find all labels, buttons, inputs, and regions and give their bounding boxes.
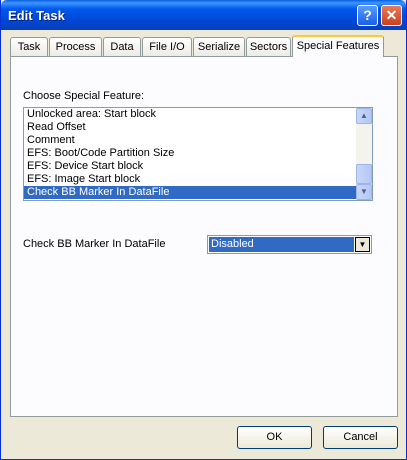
dropdown-arrow-icon[interactable]: ▼ <box>355 237 370 252</box>
feature-listbox[interactable]: Unlocked area: Start block Read Offset C… <box>23 107 373 201</box>
list-item[interactable]: EFS: Boot/Code Partition Size <box>24 147 372 160</box>
tab-process[interactable]: Process <box>49 37 102 56</box>
setting-dropdown[interactable]: Disabled ▼ <box>207 235 372 254</box>
setting-label: Check BB Marker In DataFile <box>23 238 166 250</box>
list-item[interactable]: Unlocked area: Start block <box>24 108 372 121</box>
title-bar[interactable]: Edit Task ? ✕ <box>1 0 406 30</box>
cancel-button[interactable]: Cancel <box>323 426 398 449</box>
tab-special-features[interactable]: Special Features <box>292 35 384 57</box>
list-item[interactable]: Read Offset <box>24 121 372 134</box>
edit-task-dialog: Edit Task ? ✕ Task Process Data File I/O… <box>0 0 407 460</box>
window-title: Edit Task <box>8 8 65 23</box>
tab-serialize[interactable]: Serialize <box>193 37 245 56</box>
help-button[interactable]: ? <box>357 5 378 26</box>
tab-sectors[interactable]: Sectors <box>246 37 291 56</box>
tab-task[interactable]: Task <box>10 37 48 56</box>
choose-feature-label: Choose Special Feature: <box>23 90 145 102</box>
dropdown-value[interactable]: Disabled <box>209 237 354 252</box>
scroll-down-arrow-icon[interactable]: ▼ <box>356 184 372 200</box>
scroll-up-arrow-icon[interactable]: ▲ <box>356 108 372 124</box>
tab-strip: Task Process Data File I/O Serialize Sec… <box>10 35 400 57</box>
tab-data[interactable]: Data <box>103 37 141 56</box>
list-item[interactable]: EFS: Device Start block <box>24 160 372 173</box>
ok-button[interactable]: OK <box>237 426 312 449</box>
close-button[interactable]: ✕ <box>381 5 402 26</box>
list-item-selected[interactable]: Check BB Marker In DataFile <box>24 186 372 199</box>
list-item[interactable]: Comment <box>24 134 372 147</box>
tab-file-io[interactable]: File I/O <box>142 37 192 56</box>
list-item[interactable]: EFS: Image Start block <box>24 173 372 186</box>
listbox-scrollbar[interactable]: ▲ ▼ <box>356 108 372 200</box>
scrollbar-thumb[interactable] <box>356 164 372 184</box>
